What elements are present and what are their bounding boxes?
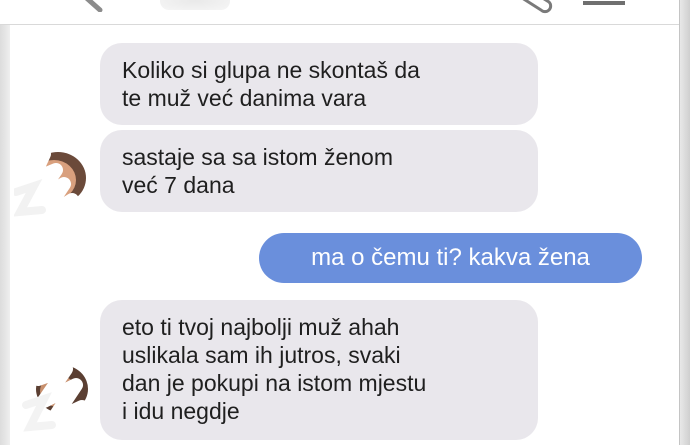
message-incoming: eto ti tvoj najbolji muž ahah uslikala s… xyxy=(100,300,538,440)
chat-header xyxy=(0,0,690,25)
message-incoming: Koliko si glupa ne skontaš da te muž već… xyxy=(100,43,538,125)
message-incoming: sastaje sa sa istom ženom već 7 dana xyxy=(100,130,538,212)
menu-icon[interactable] xyxy=(581,0,627,10)
contact-avatar-redacted xyxy=(22,345,100,445)
message-outgoing: ma o čemu ti? kakva žena xyxy=(259,233,642,283)
back-arrow-icon[interactable] xyxy=(78,0,104,12)
contact-avatar-redacted xyxy=(14,140,94,240)
paperclip-icon[interactable] xyxy=(515,0,557,16)
contact-name-redacted xyxy=(160,0,230,10)
window-right-edge xyxy=(679,0,690,445)
window-left-edge xyxy=(0,0,10,445)
